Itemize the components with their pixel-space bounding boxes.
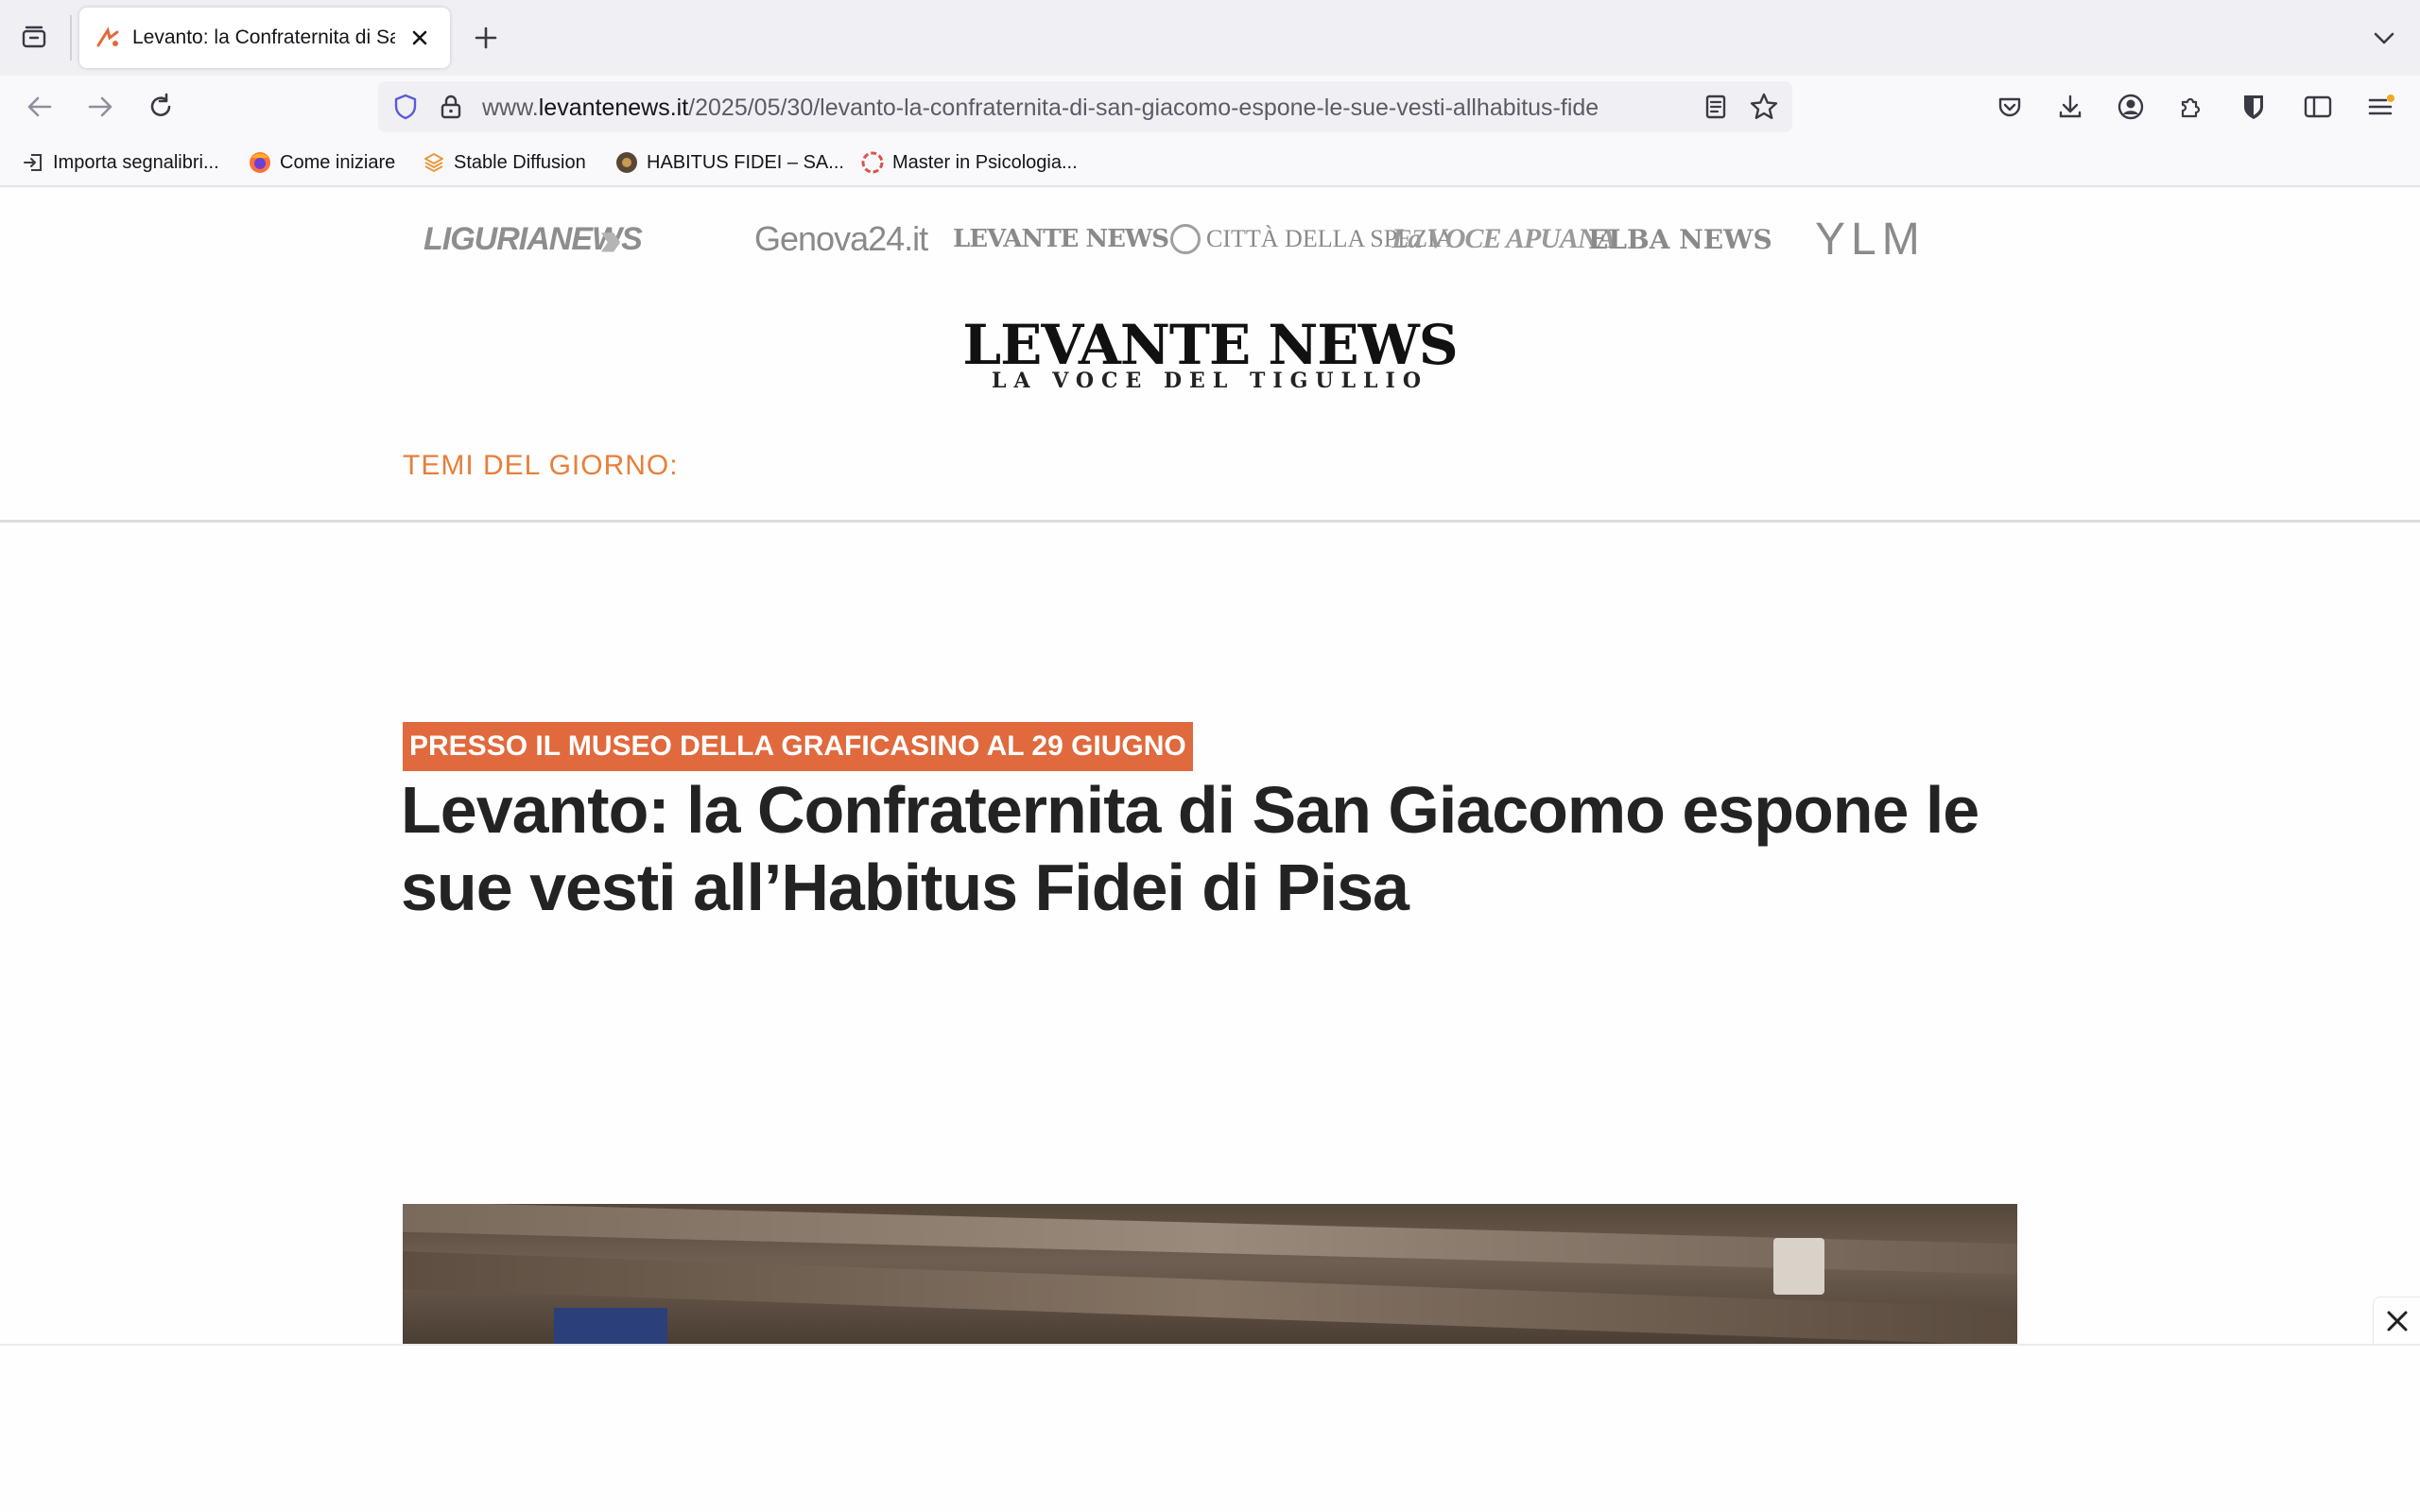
bookmark-stable-diffusion[interactable]: Stable Diffusion: [422, 147, 586, 178]
url-text[interactable]: www.levantenews.it/2025/05/30/levanto-la…: [482, 94, 1598, 122]
bookmark-label: Master in Psicologia...: [892, 151, 1078, 173]
import-icon: [21, 150, 45, 175]
extensions-puzzle-icon[interactable]: [2172, 88, 2210, 126]
app-menu-icon[interactable]: [2361, 88, 2399, 126]
url-prefix: www.: [482, 94, 539, 121]
sidebar-icon[interactable]: [2299, 88, 2337, 126]
logo-tagline: LA VOCE DEL TIGULLIO: [992, 369, 1428, 393]
account-icon[interactable]: [2112, 88, 2150, 126]
tab-manager-icon[interactable]: [15, 19, 53, 57]
new-tab-icon[interactable]: [467, 19, 505, 57]
network-logo-genova24[interactable]: Genova24.it: [754, 214, 928, 265]
chevron-down-icon[interactable]: [2365, 19, 2403, 57]
web-page: LIGURIANEWS ››› Genova24.it LEVANTE NEWS…: [0, 189, 2420, 1344]
network-logo-chevrons[interactable]: ›››: [599, 212, 622, 266]
divider: [0, 520, 2420, 523]
bookmarks-toolbar: Importa segnalibri... Come iniziare Stab…: [0, 138, 2420, 187]
network-logo-voce-apuana[interactable]: La VOCE APUANA: [1392, 214, 1616, 265]
close-ad-icon[interactable]: [2373, 1297, 2420, 1344]
layers-icon: [422, 150, 446, 175]
reload-icon[interactable]: [142, 88, 180, 126]
lock-icon[interactable]: [437, 93, 465, 121]
network-logo-elba-news[interactable]: ELBA NEWS: [1588, 214, 1772, 265]
article-hero-image[interactable]: [403, 1204, 2017, 1344]
temi-del-giorno-label: TEMI DEL GIORNO:: [403, 450, 679, 481]
tab-divider: [70, 15, 72, 60]
bookmark-import[interactable]: Importa segnalibri...: [21, 147, 219, 178]
network-logo-ylm[interactable]: YLM: [1815, 214, 1926, 265]
reader-view-icon[interactable]: [1702, 93, 1730, 121]
pocket-icon[interactable]: [1991, 88, 2029, 126]
image-detail: [554, 1308, 667, 1344]
article-kicker: PRESSO IL MUSEO DELLA GRAFICASINO AL 29 …: [403, 722, 1193, 771]
network-logo-levante-news[interactable]: LEVANTE NEWS: [953, 214, 1169, 265]
levantenews-favicon-icon: [95, 25, 121, 51]
bookmark-habitus-fidei[interactable]: HABITUS FIDEI – SA...: [614, 147, 844, 178]
forward-icon[interactable]: [81, 88, 119, 126]
network-sites-bar: LIGURIANEWS ››› Genova24.it LEVANTE NEWS…: [424, 212, 1993, 266]
sticky-ad-banner: [0, 1344, 2420, 1512]
network-logo-liguria-news[interactable]: LIGURIANEWS: [424, 214, 643, 265]
tracking-protection-shield-icon[interactable]: [391, 93, 420, 121]
site-favicon-icon: [860, 150, 885, 175]
bookmark-star-icon[interactable]: [1749, 92, 1779, 122]
navigation-toolbar: www.levantenews.it/2025/05/30/levanto-la…: [0, 76, 2420, 138]
firefox-icon: [248, 150, 272, 175]
article-title: Levanto: la Confraternita di San Giacomo…: [401, 773, 1979, 924]
address-bar[interactable]: www.levantenews.it/2025/05/30/levanto-la…: [378, 81, 1792, 132]
seal-icon: [1170, 224, 1201, 254]
bookmark-label: Stable Diffusion: [454, 151, 586, 173]
bitwarden-shield-icon[interactable]: [2235, 88, 2273, 126]
url-host: levantenews.it: [538, 94, 689, 121]
bookmark-label: Importa segnalibri...: [53, 151, 219, 173]
tab-strip: Levanto: la Confraternita di San Giacomo…: [0, 0, 2420, 76]
site-logo[interactable]: LEVANTE NEWS LA VOCE DEL TIGULLIO: [947, 318, 1473, 397]
bookmark-master-psicologia[interactable]: Master in Psicologia...: [860, 147, 1078, 178]
tab-title: Levanto: la Confraternita di San Giacomo…: [132, 26, 395, 48]
back-icon[interactable]: [21, 88, 59, 126]
image-detail: [1773, 1238, 1824, 1295]
bookmark-come-iniziare[interactable]: Come iniziare: [248, 147, 395, 178]
site-favicon-icon: [614, 150, 639, 175]
bookmark-label: HABITUS FIDEI – SA...: [647, 151, 844, 173]
download-icon[interactable]: [2051, 88, 2089, 126]
active-tab[interactable]: Levanto: la Confraternita di San Giacomo…: [79, 8, 450, 68]
close-tab-icon[interactable]: [405, 23, 435, 53]
logo-main-text: LEVANTE NEWS: [962, 313, 1458, 377]
url-path: /2025/05/30/levanto-la-confraternita-di-…: [688, 94, 1598, 121]
bookmark-label: Come iniziare: [280, 151, 396, 173]
